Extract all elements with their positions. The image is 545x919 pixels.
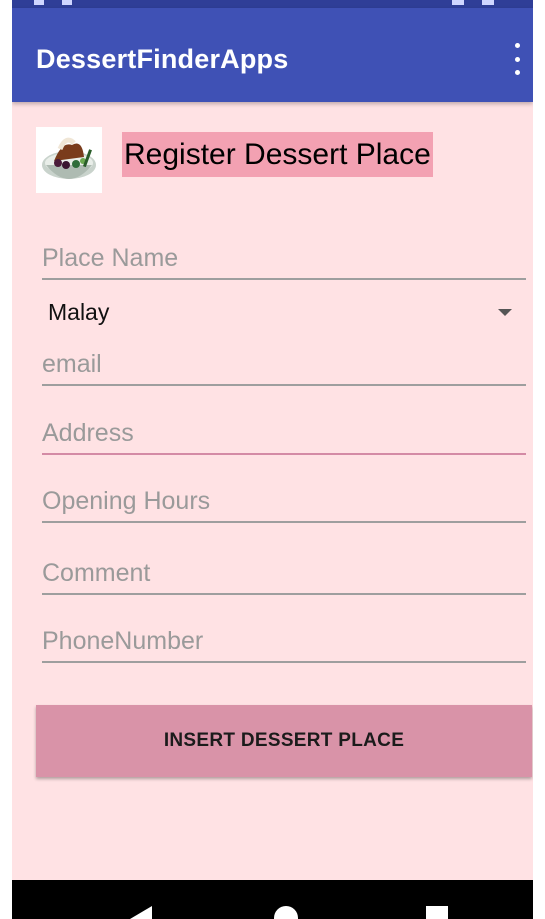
back-icon[interactable] — [130, 906, 152, 919]
place-name-field[interactable] — [42, 238, 526, 280]
status-bar — [12, 0, 533, 8]
system-nav-bar — [12, 880, 533, 919]
address-input[interactable] — [42, 413, 526, 453]
insert-dessert-place-button[interactable]: INSERT DESSERT PLACE — [36, 705, 532, 777]
more-vert-icon[interactable] — [509, 43, 525, 75]
register-title: Register Dessert Place — [122, 132, 433, 177]
dropdown-arrow-icon — [498, 309, 512, 316]
recents-icon[interactable] — [426, 906, 448, 919]
address-field[interactable] — [42, 413, 526, 455]
status-icon — [34, 0, 44, 5]
signal-icon — [452, 0, 464, 5]
comment-field[interactable] — [42, 553, 526, 595]
opening-hours-input[interactable] — [42, 481, 526, 521]
email-field[interactable] — [42, 344, 526, 386]
phone-number-input[interactable] — [42, 621, 526, 661]
status-icon — [62, 0, 72, 5]
category-dropdown[interactable]: Malay — [42, 292, 512, 332]
phone-screen: DessertFinderApps Register Dessert Place… — [12, 0, 533, 919]
place-name-input[interactable] — [42, 238, 526, 278]
battery-icon — [482, 0, 494, 5]
app-bar: DessertFinderApps — [12, 8, 533, 102]
email-input[interactable] — [42, 344, 526, 384]
dessert-logo-icon — [36, 127, 102, 193]
app-title: DessertFinderApps — [36, 44, 289, 74]
phone-number-field[interactable] — [42, 621, 526, 663]
home-icon[interactable] — [274, 906, 298, 919]
comment-input[interactable] — [42, 553, 526, 593]
opening-hours-field[interactable] — [42, 481, 526, 523]
category-selected-value: Malay — [48, 299, 110, 325]
